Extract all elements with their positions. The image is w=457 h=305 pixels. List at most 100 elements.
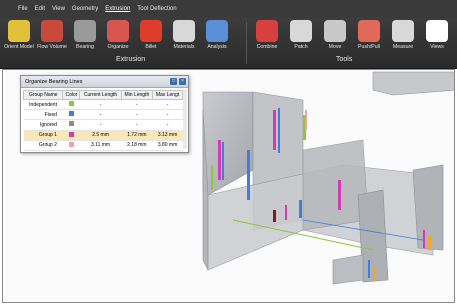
flow-volume-icon	[41, 20, 63, 42]
menu-file[interactable]: File	[18, 6, 28, 12]
panel-header: Organize Bearing Lines □ ×	[21, 76, 188, 88]
menu-extrusion[interactable]: Extrusion	[105, 6, 130, 12]
move-icon	[324, 20, 346, 42]
tool-label: Materials	[173, 44, 195, 50]
color-cell	[62, 99, 80, 111]
wall-left	[202, 91, 254, 196]
billet-icon	[140, 20, 162, 42]
analysis-button[interactable]: Analysis	[200, 20, 234, 50]
table-row[interactable]: Independent - - -	[23, 99, 183, 111]
column-header[interactable]: Min Length	[120, 90, 154, 100]
cell-max: 3.13 mm	[152, 130, 183, 141]
close-button[interactable]: ×	[179, 78, 186, 85]
dock-button[interactable]: □	[170, 78, 177, 85]
color-swatch[interactable]	[68, 121, 74, 127]
analysis-icon	[206, 20, 228, 42]
organize-button[interactable]: Organize	[101, 20, 135, 50]
cell-name: Ignored	[23, 119, 63, 131]
cell-current: -	[79, 99, 122, 111]
billet-button[interactable]: Billet	[134, 20, 168, 50]
cell-name: Group 1	[23, 130, 63, 141]
views-button[interactable]: Views	[420, 20, 454, 50]
ribbon-separator	[246, 22, 247, 64]
push-pull-icon	[358, 20, 380, 42]
color-swatch[interactable]	[68, 101, 74, 107]
tool-label: Move	[328, 44, 342, 50]
measure-button[interactable]: Measure	[386, 20, 420, 50]
combine-button[interactable]: Combine	[250, 20, 284, 50]
panel-title: Organize Bearing Lines	[25, 78, 83, 85]
cell-name: Fixed	[23, 109, 63, 121]
cell-name: Independent	[23, 99, 63, 111]
bearing-button[interactable]: Bearing	[68, 20, 102, 50]
column-header[interactable]: Group Name	[22, 90, 64, 100]
panel-scrollbar[interactable]	[183, 89, 187, 149]
organize-bearing-lines-panel: Organize Bearing Lines □ × Group Name Col…	[20, 75, 189, 153]
menu-edit[interactable]: Edit	[35, 6, 45, 12]
cell-name: Group 2	[23, 140, 63, 151]
tools-group-label: Tools	[336, 56, 353, 63]
color-swatch[interactable]	[68, 131, 74, 137]
materials-button[interactable]: Materials	[167, 20, 201, 50]
tool-label: Combine	[256, 44, 278, 50]
color-swatch[interactable]	[68, 111, 74, 117]
cell-current: -	[79, 109, 122, 121]
cell-min: -	[121, 99, 153, 111]
bearing-groups-table: Group Name Color Current Length Min Length M…	[22, 90, 183, 151]
tool-label: Views	[430, 44, 444, 50]
color-cell	[62, 109, 80, 121]
color-cell	[62, 119, 80, 131]
push-pull-button[interactable]: Push/Pull	[352, 20, 386, 50]
flow-volume-button[interactable]: Flow Volume	[35, 20, 69, 50]
column-header[interactable]: Color	[62, 90, 81, 100]
extrusion-group-label: Extrusion	[116, 56, 146, 63]
orient-model-icon	[8, 20, 30, 42]
table-row[interactable]: Group 2 3.11 mm 2.18 mm 3.80 mm	[23, 140, 183, 151]
back-block	[372, 71, 454, 96]
menu-bar: File Edit View Geometry Extrusion Tool Deflec…	[0, 0, 457, 18]
tool-label: Organize	[107, 44, 129, 50]
cell-current: -	[79, 119, 122, 131]
measure-icon	[392, 20, 414, 42]
tool-label: Analysis	[207, 44, 227, 50]
cell-min: 1.72 mm	[121, 130, 153, 141]
tool-label: Billet	[145, 44, 157, 50]
combine-icon	[256, 20, 278, 42]
table-row[interactable]: Ignored - - -	[23, 119, 183, 131]
orient-model-button[interactable]: Orient Model	[2, 20, 36, 50]
bearing-icon	[74, 20, 96, 42]
inner-wall	[302, 139, 369, 231]
table-row[interactable]: Group 1 2.5 mm 1.72 mm 3.13 mm	[23, 130, 183, 141]
cell-max: -	[152, 109, 183, 121]
tool-label: Measure	[392, 44, 414, 50]
patch-icon	[290, 20, 312, 42]
tool-label: Orient Model	[4, 44, 34, 50]
menu-view[interactable]: View	[52, 6, 65, 12]
column-header[interactable]: Max Lengt	[152, 90, 183, 100]
menu-tool-deflection[interactable]: Tool Deflection	[137, 6, 176, 12]
tool-label: Push/Pull	[358, 44, 380, 50]
cell-min: -	[121, 119, 153, 131]
table-row[interactable]: Fixed - - -	[23, 109, 183, 121]
color-cell	[62, 130, 80, 141]
cell-current: 2.5 mm	[79, 130, 122, 141]
materials-icon	[173, 20, 195, 42]
color-cell	[62, 140, 80, 151]
patch-button[interactable]: Patch	[284, 20, 318, 50]
column-header[interactable]: Current Length	[79, 90, 122, 100]
tool-label: Bearing	[76, 44, 94, 50]
organize-icon	[107, 20, 129, 42]
tool-label: Patch	[294, 44, 308, 50]
tool-label: Flow Volume	[37, 44, 67, 50]
cell-current: 3.11 mm	[79, 140, 122, 151]
cell-max: -	[152, 99, 183, 111]
cell-max: 3.80 mm	[152, 140, 183, 151]
cell-min: -	[121, 109, 153, 121]
cell-max: -	[152, 119, 183, 131]
move-button[interactable]: Move	[318, 20, 352, 50]
menu-geometry[interactable]: Geometry	[72, 6, 98, 12]
ribbon: Extrusion Tools Orient Model Flow Volume B…	[0, 18, 457, 69]
color-swatch[interactable]	[68, 141, 74, 147]
views-icon	[426, 20, 448, 42]
cell-min: 2.18 mm	[121, 140, 153, 151]
